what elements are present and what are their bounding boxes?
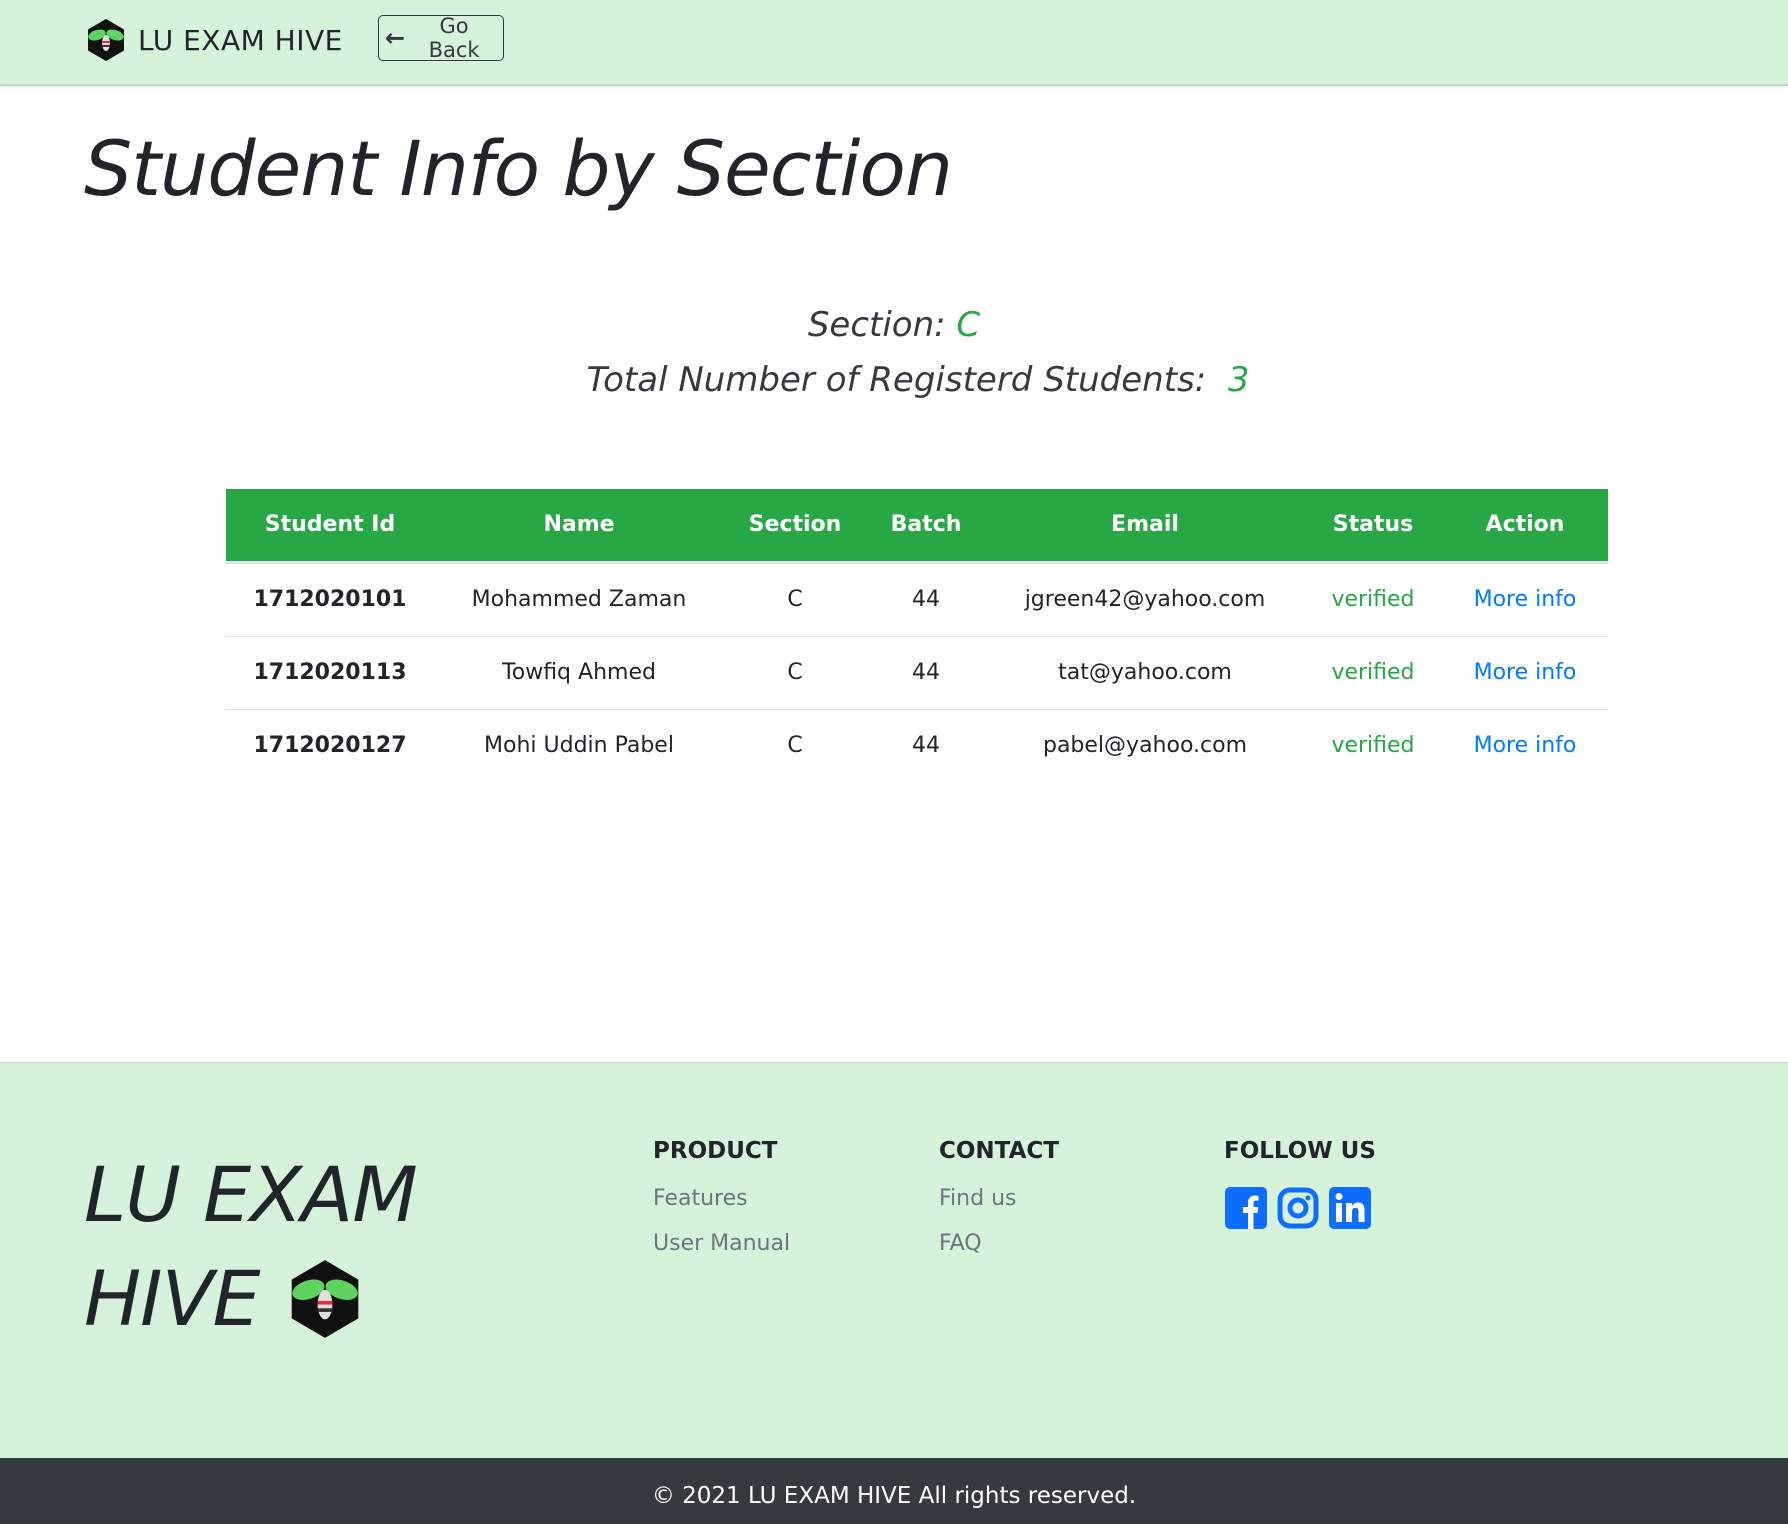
student-status: verified (1304, 562, 1442, 637)
footer-brand-line2: HIVE (84, 1254, 261, 1343)
col-header-email: Email (986, 489, 1304, 564)
copyright-text: © 2021 LU EXAM HIVE All rights reserved. (651, 1483, 1137, 1509)
table-header-row: Student Id Name Section Batch Email Stat… (226, 489, 1608, 564)
footer-link-user-manual[interactable]: User Manual (653, 1231, 790, 1256)
col-header-name: Name (434, 489, 724, 564)
section-value: C (956, 305, 981, 345)
copyright-bar: © 2021 LU EXAM HIVE All rights reserved. (0, 1458, 1788, 1524)
footer-contact-heading: CONTACT (939, 1138, 1059, 1164)
table-row: 1712020127 Mohi Uddin Pabel C 44 pabel@y… (226, 709, 1608, 782)
more-info-link[interactable]: More info (1474, 660, 1577, 685)
footer-product-heading: PRODUCT (653, 1138, 778, 1164)
navbar-brand[interactable]: LU EXAM HIVE (86, 18, 343, 62)
student-count-summary: Total Number of Registerd Students: 3 (0, 360, 1788, 400)
student-count-value: 3 (1227, 360, 1250, 400)
student-batch: 44 (866, 562, 986, 637)
student-name: Towfiq Ahmed (434, 636, 724, 710)
social-links (1224, 1186, 1376, 1230)
col-header-status: Status (1304, 489, 1442, 564)
go-back-label: Go Back (428, 14, 480, 62)
instagram-icon[interactable] (1276, 1186, 1320, 1230)
student-count-label: Total Number of Registerd Students: (586, 360, 1207, 400)
student-name: Mohi Uddin Pabel (484, 733, 674, 758)
footer-link-features[interactable]: Features (653, 1186, 790, 1211)
navbar: LU EXAM HIVE ← Go Back (0, 0, 1788, 86)
footer-follow-heading: FOLLOW US (1224, 1138, 1376, 1164)
col-header-section: Section (724, 489, 866, 564)
footer-follow-column: FOLLOW US (1224, 1138, 1376, 1230)
student-email: pabel@yahoo.com (1042, 733, 1247, 758)
section-label: Section: (807, 305, 946, 345)
student-id: 1712020127 (253, 733, 407, 758)
bee-logo-icon (88, 19, 124, 61)
footer-contact-column: CONTACT Find us FAQ (939, 1138, 1059, 1276)
col-header-action: Action (1442, 489, 1608, 564)
student-section: C (787, 733, 803, 758)
brand-title: LU EXAM HIVE (138, 23, 343, 57)
student-email: jgreen42@yahoo.com (986, 562, 1304, 637)
student-name: Mohammed Zaman (434, 562, 724, 637)
facebook-icon[interactable] (1224, 1186, 1268, 1230)
section-summary: Section: C (0, 305, 1788, 345)
student-batch: 44 (866, 636, 986, 710)
student-section: C (724, 636, 866, 710)
linkedin-icon[interactable] (1328, 1186, 1372, 1230)
footer-brand: LU EXAM HIVE (84, 1143, 418, 1351)
student-status: verified (1304, 636, 1442, 710)
student-id: 1712020113 (226, 636, 434, 710)
footer: LU EXAM HIVE PRODUCT Features User Manua… (0, 1062, 1788, 1460)
page-title: Student Info by Section (84, 124, 953, 213)
table-row: 1712020113 Towfiq Ahmed C 44 tat@yahoo.c… (226, 636, 1608, 710)
student-id: 1712020101 (226, 562, 434, 637)
footer-product-column: PRODUCT Features User Manual (653, 1138, 790, 1276)
student-section: C (724, 562, 866, 637)
arrow-left-icon: ← (385, 24, 406, 52)
table-row: 1712020101 Mohammed Zaman C 44 jgreen42@… (226, 562, 1608, 637)
more-info-link[interactable]: More info (1474, 733, 1577, 758)
students-table: Student Id Name Section Batch Email Stat… (226, 489, 1608, 782)
more-info-link[interactable]: More info (1474, 587, 1577, 612)
col-header-batch: Batch (866, 489, 986, 564)
bee-logo-icon (291, 1260, 358, 1338)
go-back-button[interactable]: ← Go Back (378, 14, 504, 62)
footer-link-find-us[interactable]: Find us (939, 1186, 1059, 1211)
student-status: verified (1331, 733, 1415, 758)
col-header-student-id: Student Id (226, 489, 434, 564)
student-batch: 44 (912, 733, 940, 758)
footer-link-faq[interactable]: FAQ (939, 1231, 1059, 1256)
footer-brand-line1: LU EXAM (84, 1150, 418, 1239)
student-email: tat@yahoo.com (986, 636, 1304, 710)
